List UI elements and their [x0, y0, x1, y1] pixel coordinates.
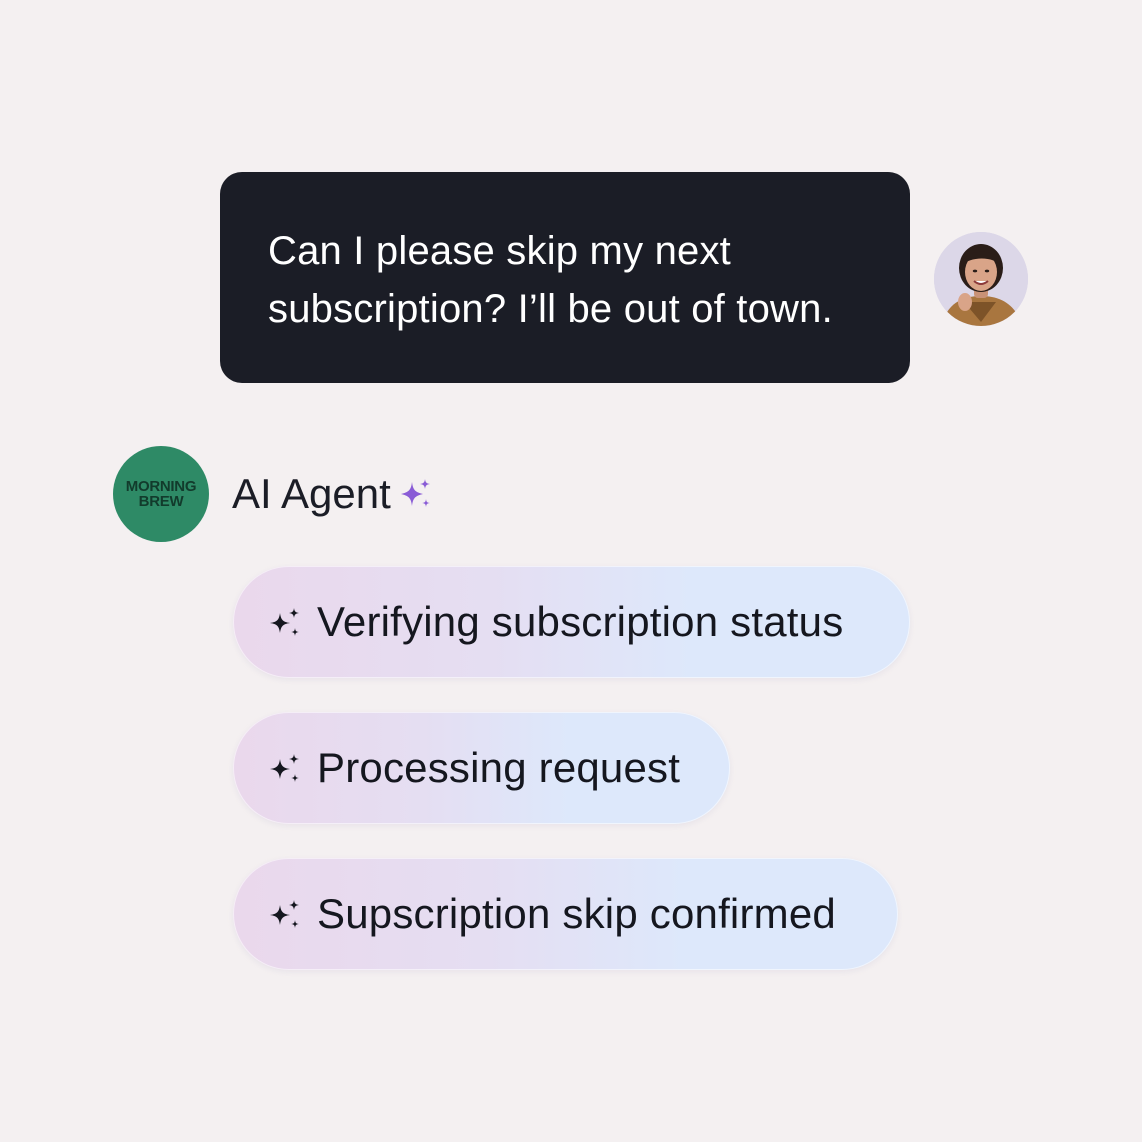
agent-header: AI Agent [232, 470, 433, 518]
step-label: Verifying subscription status [317, 598, 844, 645]
agent-name: AI Agent [232, 470, 391, 517]
sparkle-icon [270, 754, 299, 782]
user-message-text: Can I please skip my next subscription? … [268, 229, 833, 331]
sparkle-icon [400, 479, 430, 507]
step-label: Supscription skip confirmed [317, 890, 836, 937]
user-portrait-icon [934, 232, 1028, 326]
step-pill-processing: Processing request [233, 712, 730, 824]
brand-logo-line-2: BREW [138, 493, 184, 510]
brand-logo: MORNING BREW [113, 446, 209, 542]
user-message-bubble: Can I please skip my next subscription? … [220, 172, 910, 383]
sparkle-icon [270, 900, 299, 928]
step-label: Processing request [317, 744, 681, 791]
sparkle-icon [270, 608, 299, 636]
user-avatar [934, 232, 1028, 326]
step-pill-verifying: Verifying subscription status [233, 566, 910, 678]
step-pill-confirmed: Supscription skip confirmed [233, 858, 898, 970]
brand-logo-line-1: MORNING [125, 478, 197, 495]
